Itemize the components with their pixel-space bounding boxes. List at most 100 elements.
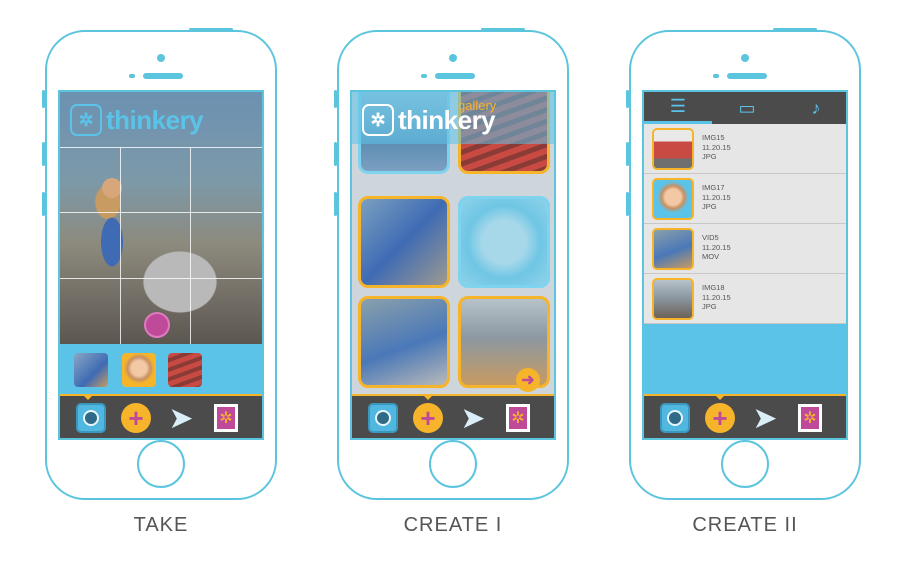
frame-icon: ▭ (738, 97, 756, 118)
item-details: IMG18 11.20.15 JPG (702, 283, 731, 312)
item-type: JPG (702, 152, 717, 161)
brand-name: thinkery (106, 104, 204, 135)
active-indicator (714, 394, 726, 400)
add-icon[interactable]: + (705, 403, 735, 433)
volume-down (626, 192, 629, 216)
power-button (481, 28, 525, 31)
gallery-label: gallery (458, 98, 497, 113)
thumbnail[interactable] (122, 353, 156, 387)
stamp-icon[interactable]: ✲ (214, 404, 238, 432)
item-type: JPG (702, 202, 717, 211)
phone-create-2: ☰ ▭ ♪ IMG15 11.20.15 JPG IMG17 11.20.15 … (626, 28, 861, 500)
item-thumbnail (652, 178, 694, 220)
gallery-tile[interactable] (458, 196, 550, 288)
front-camera (741, 54, 749, 62)
paper-plane-icon[interactable]: ➤ (166, 402, 196, 435)
list-item[interactable]: VID5 11.20.15 MOV (644, 224, 846, 274)
bottom-toolbar: + ➤ ✲ (352, 394, 554, 438)
stamp-icon[interactable]: ✲ (506, 404, 530, 432)
paper-plane-icon[interactable]: ➤ (750, 402, 780, 435)
front-camera (157, 54, 165, 62)
mute-switch (626, 90, 629, 108)
item-type: JPG (702, 302, 717, 311)
volume-up (334, 142, 337, 166)
power-button (189, 28, 233, 31)
music-note-icon: ♪ (811, 97, 821, 118)
recent-thumbnails (60, 344, 262, 396)
mute-switch (334, 90, 337, 108)
volume-up (626, 142, 629, 166)
shutter-button[interactable] (144, 312, 170, 338)
add-icon[interactable]: + (413, 403, 443, 433)
list-item[interactable]: IMG17 11.20.15 JPG (644, 174, 846, 224)
grid-line (60, 212, 262, 213)
mockup-stage: ✲ thinkery + ➤ ✲ TAKE ✲ thinkery gallery… (0, 0, 900, 576)
thinkery-mark-icon: ✲ (70, 104, 102, 136)
volume-down (42, 192, 45, 216)
item-details: IMG15 11.20.15 JPG (702, 133, 731, 162)
grid-line (120, 147, 121, 344)
tab-list-view[interactable]: ☰ (644, 92, 712, 124)
active-indicator (422, 394, 434, 400)
empty-area (644, 324, 846, 398)
view-tabs: ☰ ▭ ♪ (644, 92, 846, 124)
home-button[interactable] (721, 440, 769, 488)
item-date: 11.20.15 (702, 292, 731, 302)
thumbnail[interactable] (74, 353, 108, 387)
volume-down (334, 192, 337, 216)
camera-icon[interactable] (76, 403, 106, 433)
sensor (713, 74, 719, 78)
gallery-header: ✲ thinkery gallery (352, 92, 554, 144)
add-icon[interactable]: + (121, 403, 151, 433)
item-date: 11.20.15 (702, 142, 731, 152)
grid-line (60, 278, 262, 279)
gallery-tile[interactable] (358, 196, 450, 288)
mute-switch (42, 90, 45, 108)
caption-create2: CREATE II (692, 514, 798, 536)
item-details: IMG17 11.20.15 JPG (702, 183, 731, 212)
media-list: IMG15 11.20.15 JPG IMG17 11.20.15 JPG VI… (644, 124, 846, 324)
bottom-toolbar: + ➤ ✲ (644, 394, 846, 438)
item-name: IMG15 (702, 133, 725, 142)
tab-music[interactable]: ♪ (782, 92, 846, 124)
camera-icon[interactable] (368, 403, 398, 433)
item-date: 11.20.15 (702, 242, 731, 252)
create2-screen: ☰ ▭ ♪ IMG15 11.20.15 JPG IMG17 11.20.15 … (642, 90, 848, 440)
caption-create1: CREATE I (403, 514, 503, 536)
volume-up (42, 142, 45, 166)
phone-take: ✲ thinkery + ➤ ✲ (42, 28, 277, 500)
thinkery-mark-icon: ✲ (362, 104, 394, 136)
next-arrow-icon[interactable]: ➜ (516, 368, 540, 392)
item-name: IMG18 (702, 283, 725, 292)
menu-icon: ☰ (669, 96, 687, 116)
home-button[interactable] (429, 440, 477, 488)
item-thumbnail (652, 278, 694, 320)
item-details: VID5 11.20.15 MOV (702, 233, 731, 262)
phone-create-1: ✲ thinkery gallery ➜ + ➤ ✲ (334, 28, 569, 500)
paper-plane-icon[interactable]: ➤ (458, 402, 488, 435)
create1-screen: ✲ thinkery gallery ➜ + ➤ ✲ (350, 90, 556, 440)
sensor (129, 74, 135, 78)
take-screen: ✲ thinkery + ➤ ✲ (58, 90, 264, 440)
active-indicator (82, 394, 94, 400)
grid-line (190, 147, 191, 344)
home-button[interactable] (137, 440, 185, 488)
thumbnail[interactable] (168, 353, 202, 387)
list-item[interactable]: IMG18 11.20.15 JPG (644, 274, 846, 324)
earpiece (143, 73, 183, 79)
item-thumbnail (652, 128, 694, 170)
grid-line (60, 147, 262, 148)
gallery-tile[interactable] (358, 296, 450, 388)
caption-take: TAKE (133, 514, 189, 536)
list-item[interactable]: IMG15 11.20.15 JPG (644, 124, 846, 174)
item-date: 11.20.15 (702, 192, 731, 202)
stamp-icon[interactable]: ✲ (798, 404, 822, 432)
thinkery-logo: ✲ thinkery (70, 104, 204, 136)
sensor (421, 74, 427, 78)
item-type: MOV (702, 252, 720, 261)
camera-icon[interactable] (660, 403, 690, 433)
front-camera (449, 54, 457, 62)
tab-single-view[interactable]: ▭ (713, 92, 781, 124)
item-name: VID5 (702, 233, 719, 242)
earpiece (727, 73, 767, 79)
